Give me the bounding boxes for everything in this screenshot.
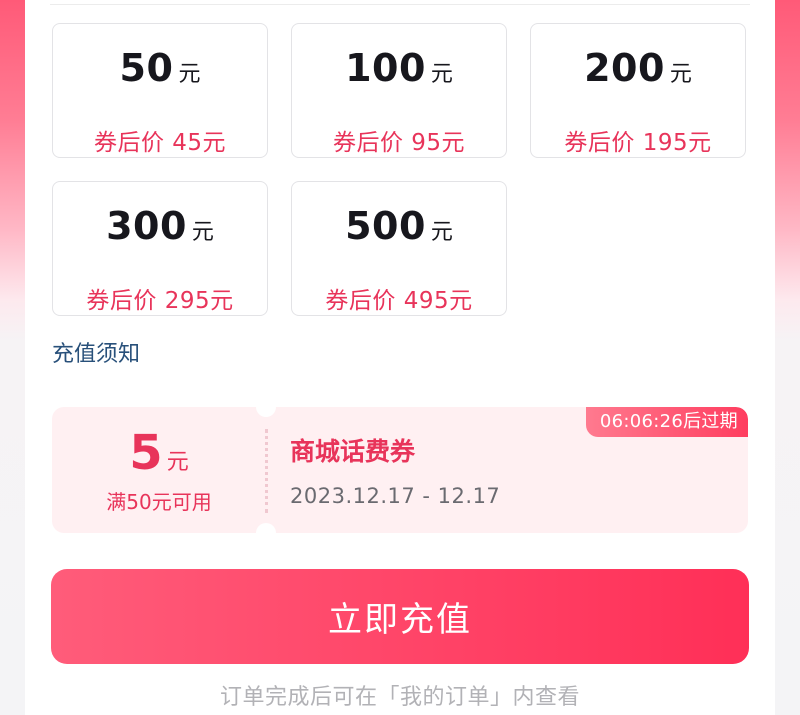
amount-option-100[interactable]: 100 元 券后价 95元 — [291, 23, 507, 158]
coupon-condition: 满50元可用 — [106, 490, 212, 514]
face-value-number: 100 — [345, 46, 426, 90]
amount-option-300[interactable]: 300 元 券后价 295元 — [52, 181, 268, 316]
face-value-unit: 元 — [669, 62, 692, 87]
face-value: 100 元 — [292, 46, 506, 98]
face-value: 50 元 — [53, 46, 267, 98]
recharge-now-button[interactable]: 立即充值 — [51, 569, 749, 664]
coupon-notch — [256, 523, 276, 543]
coupon-amount: 5元 — [52, 425, 266, 492]
order-footnote: 订单完成后可在「我的订单」内查看 — [219, 685, 580, 710]
face-value: 500 元 — [292, 204, 506, 256]
amount-option-200[interactable]: 200 元 券后价 195元 — [530, 23, 746, 158]
expire-countdown-badge: 06:06:26后过期 — [585, 407, 748, 437]
face-value-unit: 元 — [178, 62, 201, 87]
discounted-price: 券后价 295元 — [86, 288, 234, 314]
amount-option-500[interactable]: 500 元 券后价 495元 — [291, 181, 507, 316]
coupon-notch — [256, 397, 276, 417]
coupon-validity: 2023.12.17 - 12.17 — [290, 484, 501, 508]
coupon-card[interactable]: 商城话费券 2023.12.17 - 12.17 06:06:26后过期 5元 … — [52, 397, 748, 543]
discounted-price: 券后价 45元 — [93, 130, 227, 156]
face-value: 200 元 — [531, 46, 745, 98]
coupon-name: 商城话费券 — [290, 437, 416, 466]
recharge-notice-link[interactable]: 充值须知 — [52, 340, 140, 370]
discounted-price: 券后价 195元 — [564, 130, 712, 156]
divider — [50, 4, 750, 5]
face-value: 300 元 — [53, 204, 267, 256]
face-value-number: 200 — [584, 46, 665, 90]
coupon-amount-unit: 元 — [166, 450, 189, 475]
face-value-number: 300 — [106, 204, 187, 248]
coupon-info-section: 商城话费券 2023.12.17 - 12.17 06:06:26后过期 — [266, 407, 748, 533]
discounted-price: 券后价 95元 — [332, 130, 466, 156]
discounted-price: 券后价 495元 — [325, 288, 473, 314]
coupon-amount-number: 5 — [129, 425, 163, 481]
face-value-unit: 元 — [430, 62, 453, 87]
face-value-unit: 元 — [191, 220, 214, 245]
face-value-unit: 元 — [430, 220, 453, 245]
face-value-number: 500 — [345, 204, 426, 248]
face-value-number: 50 — [119, 46, 174, 90]
amount-option-50[interactable]: 50 元 券后价 45元 — [52, 23, 268, 158]
